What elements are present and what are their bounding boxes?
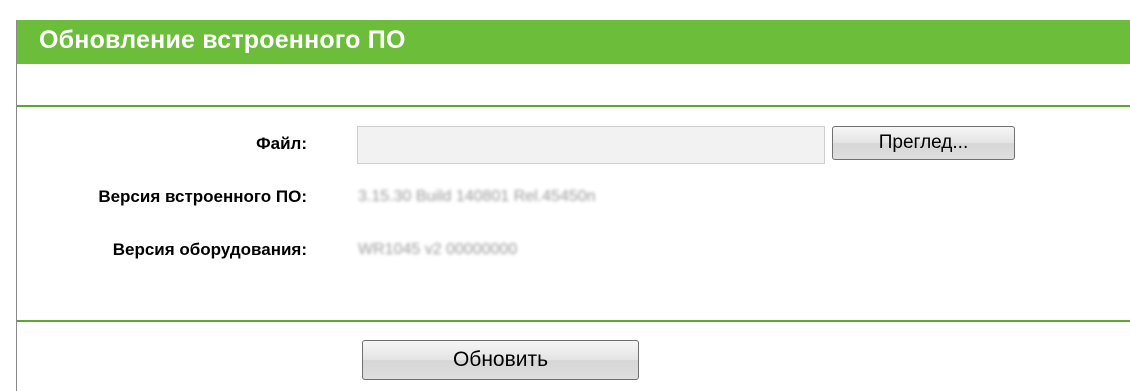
update-button[interactable]: Обновить (362, 340, 639, 380)
top-divider (17, 105, 1130, 107)
firmware-upgrade-panel: Обновление встроенного ПО Файл: Преглед.… (16, 20, 1130, 391)
title-bar: Обновление встроенного ПО (17, 20, 1130, 64)
browse-button[interactable]: Преглед... (832, 126, 1015, 160)
file-path-field[interactable] (357, 126, 825, 164)
hardware-version-value: WR1045 v2 00000000 (358, 241, 518, 258)
firmware-version-label: Версия встроенного ПО: (98, 187, 307, 206)
page-title: Обновление встроенного ПО (39, 26, 406, 54)
firmware-version-value: 3.15.30 Build 140801 Rel.45450n (358, 188, 596, 205)
file-label: Файл: (256, 134, 307, 153)
hardware-version-label: Версия оборудования: (112, 240, 307, 259)
bottom-divider (17, 320, 1130, 322)
